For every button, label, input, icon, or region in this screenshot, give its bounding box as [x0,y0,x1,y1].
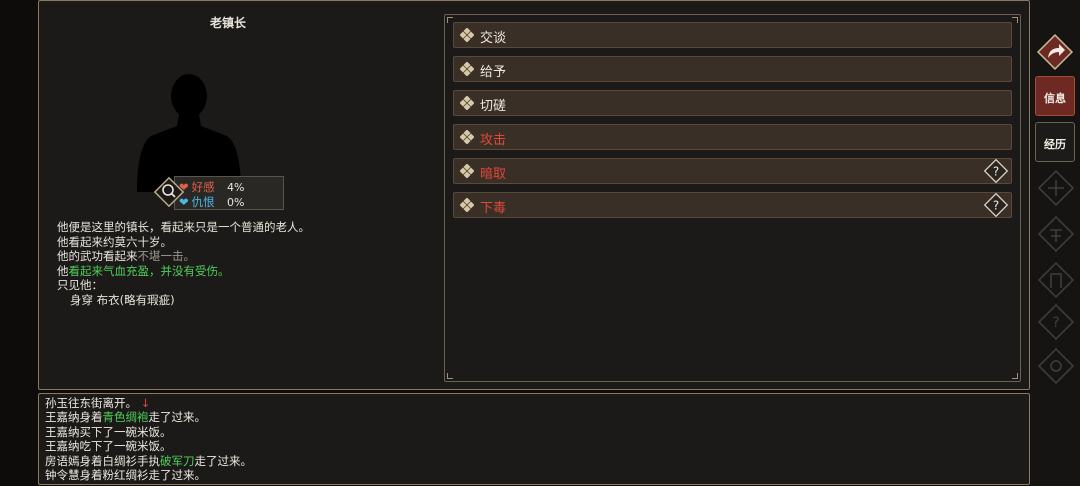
help-icon[interactable]: ? [1036,302,1076,342]
npc-description: 他便是这里的镇长，看起来只是一个普通的老人。 他看起来约莫六十岁。 他的武功看起… [57,220,310,308]
wu-icon[interactable] [1036,168,1076,208]
item-name[interactable]: 青色绸袍 [103,410,149,424]
diamond-bullet-icon [460,198,474,212]
action-button[interactable]: 交谈 [453,22,1012,48]
svg-text:?: ? [1052,315,1059,331]
log-line: 王嘉纳身着青色绸袍走了过来。 [45,410,252,424]
log-line: 钟令慧身着粉红绸衫走了过来。 [45,468,206,483]
hatred-value: 0% [227,195,245,209]
npc-name: 老镇长 [209,16,246,30]
log-text: 王嘉纳身着 [45,410,103,425]
favor-label: 好感 [191,180,215,194]
diamond-bullet-icon [460,130,474,144]
desc-line: 只见他： [57,278,103,293]
log-line: 孙玉往东街离开。 ↓ [45,396,252,410]
desc-line: 他看起来气血充盈，并没有受伤。 [57,264,310,279]
action-button[interactable]: 攻击 [453,124,1012,150]
message-log: 孙玉往东街离开。 ↓ 王嘉纳身着青色绸袍走了过来。 王嘉纳买下了一碗米饭。 王嘉… [45,396,252,482]
favor-value: 4% [227,180,245,194]
diamond-bullet-icon [460,164,474,178]
diamond-bullet-icon [460,96,474,110]
diamond-bullet-icon [460,62,474,76]
arrow-down-icon: ↓ [140,396,151,410]
log-text: 房语嫣身着白绸衫手执 [45,453,160,468]
desc-line: 他的武功看起来不堪一击。 [57,249,310,264]
action-button[interactable]: 下毒? [453,192,1012,218]
action-label: 下毒 [480,201,507,216]
desc-line: 他看起来约莫六十岁。 [57,234,172,249]
action-label: 攻击 [480,133,507,148]
action-label: 切磋 [480,99,507,114]
log-line: 王嘉纳买下了一碗米饭。 [45,424,172,439]
relation-stats: ❤ 好感 4% ❤ 仇恨 0% [154,176,284,210]
log-text: 孙玉往东街离开。 [45,396,137,410]
desc-line: 他便是这里的镇长，看起来只是一个普通的老人。 [57,220,310,234]
pai-icon[interactable] [1036,260,1076,300]
hatred-label: 仇恨 [191,195,215,209]
xue-icon[interactable] [1036,214,1076,254]
item-name[interactable]: 破军刀 [160,454,195,468]
action-button[interactable]: 暗取? [453,158,1012,184]
tab-info[interactable]: 信息 [1035,76,1075,116]
svg-text:?: ? [993,165,999,179]
action-button[interactable]: 切磋 [453,90,1012,116]
health-status: 看起来气血充盈，并没有受伤。 [68,263,230,278]
action-label: 给予 [480,65,507,80]
log-text: 走了过来。 [194,453,253,468]
log-text: 走了过来。 [148,410,207,425]
log-line: 房语嫣身着白绸衫手执破军刀走了过来。 [45,454,252,468]
martial-rating: 不堪一击。 [137,249,196,264]
log-line: 王嘉纳吃下了一碗米饭。 [45,439,172,454]
tab-info-label: 信息 [1044,92,1066,105]
diamond-bullet-icon [460,28,474,42]
svg-text:?: ? [993,199,999,213]
desc-text: 他的武功看起来 [57,249,138,264]
tab-experience-label: 经历 [1044,138,1066,151]
tab-experience[interactable]: 经历 [1035,122,1075,162]
npc-portrait [137,74,241,192]
desc-text: 他 [57,263,69,278]
equipment-line: 身穿 布衣(略有瑕疵) [70,292,175,307]
action-label: 交谈 [480,31,507,46]
share-icon[interactable] [1035,32,1075,72]
action-label: 暗取 [480,167,507,182]
help-icon[interactable]: ? [983,158,1009,184]
action-button[interactable]: 给予 [453,56,1012,82]
help-icon[interactable]: ? [983,192,1009,218]
gear-icon[interactable] [1036,346,1076,386]
inspect-icon[interactable] [154,177,184,207]
